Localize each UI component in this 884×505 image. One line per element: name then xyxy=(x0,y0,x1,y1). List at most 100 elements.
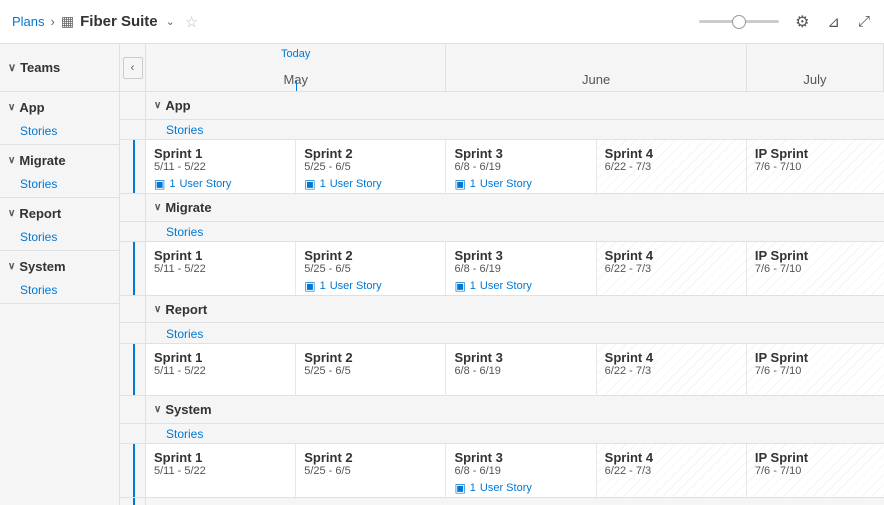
team-row-chevron[interactable]: ∨ xyxy=(154,404,161,415)
title-dropdown-icon[interactable]: ⌄ xyxy=(166,15,175,28)
nav-col xyxy=(120,222,146,241)
stories-link-system[interactable]: Stories xyxy=(166,427,203,441)
sprint-dates: 5/25 - 6/5 xyxy=(304,365,437,377)
story-icon: ▣ xyxy=(454,177,465,191)
sidebar-teams-list: ∨ App Stories ∨ Migrate Stories ∨ Report… xyxy=(0,92,119,304)
today-label: Today xyxy=(281,48,310,60)
team-stories-link-report[interactable]: Stories xyxy=(0,228,119,250)
favorite-icon[interactable]: ☆ xyxy=(185,13,198,31)
story-label: User Story xyxy=(480,482,532,494)
story-label: User Story xyxy=(480,178,532,190)
team-stories-link-system[interactable]: Stories xyxy=(0,281,119,303)
today-line xyxy=(133,344,135,395)
teams-collapse-icon[interactable]: ∨ xyxy=(8,61,16,74)
sprint-cell-3: Sprint 4 6/22 - 7/3 xyxy=(597,242,747,295)
team-name-row-report: ∨ Report xyxy=(0,198,119,228)
gantt-team-header-report: ∨Report xyxy=(120,296,884,324)
team-chevron-app[interactable]: ∨ xyxy=(8,102,15,113)
gantt-stories-row-app: Stories xyxy=(120,120,884,140)
user-story-badge[interactable]: ▣ 1 User Story xyxy=(454,177,531,191)
sprint-cell-2: Sprint 3 6/8 - 6/19 ▣ 1 User Story xyxy=(446,140,596,193)
month-header-may: Today May xyxy=(146,44,446,91)
story-icon: ▣ xyxy=(454,481,465,495)
story-icon: ▣ xyxy=(154,177,165,191)
sprint-cell-1: Sprint 2 5/25 - 6/5 ▣ 1 User Story xyxy=(296,242,446,295)
gantt-team-header-migrate: ∨Migrate xyxy=(120,194,884,222)
sidebar-team-app: ∨ App Stories xyxy=(0,92,119,145)
story-icon: ▣ xyxy=(454,279,465,293)
today-line xyxy=(133,140,135,193)
sprint-dates: 5/11 - 5/22 xyxy=(154,161,287,173)
zoom-slider[interactable] xyxy=(699,20,779,23)
nav-col xyxy=(120,120,146,139)
expand-button[interactable]: ⤢ xyxy=(856,11,872,32)
sprint-name: IP Sprint xyxy=(755,146,876,161)
gantt-team-name-system: ∨System xyxy=(146,402,884,417)
sprint-dates: 5/11 - 5/22 xyxy=(154,365,287,377)
sprint-dates: 6/22 - 7/3 xyxy=(605,161,738,173)
user-story-badge[interactable]: ▣ 1 User Story xyxy=(304,177,381,191)
story-label: User Story xyxy=(480,280,532,292)
gantt-stories-row-report: Stories xyxy=(120,323,884,343)
user-story-badge[interactable]: ▣ 1 User Story xyxy=(154,177,231,191)
sprint-dates: 5/11 - 5/22 xyxy=(154,465,287,477)
sprint-cell-2: Sprint 3 6/8 - 6/19 xyxy=(446,344,596,396)
sprint-dates: 5/25 - 6/5 xyxy=(304,263,437,275)
team-chevron-report[interactable]: ∨ xyxy=(8,208,15,219)
team-stories-link-app[interactable]: Stories xyxy=(0,122,119,144)
today-line-header xyxy=(296,81,297,91)
team-chevron-migrate[interactable]: ∨ xyxy=(8,155,15,166)
stories-link-migrate[interactable]: Stories xyxy=(166,225,203,239)
team-name-app: App xyxy=(19,100,44,115)
sprint-name: Sprint 2 xyxy=(304,350,437,365)
nav-col xyxy=(120,194,146,221)
sprint-dates: 7/6 - 7/10 xyxy=(755,365,876,377)
user-story-badge[interactable]: ▣ 1 User Story xyxy=(304,279,381,293)
breadcrumb-plans-link[interactable]: Plans xyxy=(12,14,45,29)
story-count: 1 xyxy=(169,178,175,190)
user-story-badge[interactable]: ▣ 1 User Story xyxy=(454,279,531,293)
month-header-june: June xyxy=(446,44,746,91)
today-line-col xyxy=(120,140,146,193)
sprint-row-report: Sprint 1 5/11 - 5/22 Sprint 2 5/25 - 6/5… xyxy=(120,344,884,396)
top-right: ⚙ ⊿ ⤢ xyxy=(699,10,872,34)
story-icon: ▣ xyxy=(304,177,315,191)
sprint-name: Sprint 4 xyxy=(605,350,738,365)
sprint-name: Sprint 1 xyxy=(154,450,287,465)
filter-button[interactable]: ⊿ xyxy=(825,11,842,33)
today-line-col xyxy=(120,344,146,395)
nav-btn-cell: ‹ xyxy=(120,44,146,91)
sprint-row-system: Sprint 1 5/11 - 5/22 Sprint 2 5/25 - 6/5… xyxy=(120,444,884,498)
sprint-name: Sprint 3 xyxy=(454,248,587,263)
user-story-badge[interactable]: ▣ 1 User Story xyxy=(454,481,531,495)
gantt-body: ∨App Stories Sprint 1 5/11 - 5/22 ▣ 1 Use… xyxy=(120,92,884,505)
team-row-chevron[interactable]: ∨ xyxy=(154,100,161,111)
teams-header: ∨ Teams xyxy=(0,44,119,92)
gantt-stories-row-migrate: Stories xyxy=(120,222,884,242)
team-row-chevron[interactable]: ∨ xyxy=(154,202,161,213)
team-chevron-system[interactable]: ∨ xyxy=(8,261,15,272)
story-label: User Story xyxy=(330,178,382,190)
sprint-cell-3: Sprint 4 6/22 - 7/3 xyxy=(597,344,747,396)
sprint-dates: 7/6 - 7/10 xyxy=(755,161,876,173)
stories-link-report[interactable]: Stories xyxy=(166,327,203,341)
team-row-chevron[interactable]: ∨ xyxy=(154,304,161,315)
story-icon: ▣ xyxy=(304,279,315,293)
sprint-dates: 6/8 - 6/19 xyxy=(454,263,587,275)
sprint-row-migrate: Sprint 1 5/11 - 5/22 Sprint 2 5/25 - 6/5… xyxy=(120,242,884,296)
nav-col xyxy=(120,296,146,323)
sidebar-team-report: ∨ Report Stories xyxy=(0,198,119,251)
sprint-name: Sprint 2 xyxy=(304,248,437,263)
sprint-name: Sprint 2 xyxy=(304,450,437,465)
scroll-back-button[interactable]: ‹ xyxy=(123,57,143,79)
zoom-slider-container xyxy=(699,20,779,23)
stories-link-app[interactable]: Stories xyxy=(166,123,203,137)
gantt-team-name-migrate: ∨Migrate xyxy=(146,200,884,215)
sprint-name: Sprint 1 xyxy=(154,248,287,263)
team-name-system: System xyxy=(19,259,65,274)
settings-button[interactable]: ⚙ xyxy=(793,10,811,34)
sprint-name: IP Sprint xyxy=(755,350,876,365)
suite-icon: ▦ xyxy=(61,13,74,30)
gantt-team-name-app: ∨App xyxy=(146,98,884,113)
team-stories-link-migrate[interactable]: Stories xyxy=(0,175,119,197)
